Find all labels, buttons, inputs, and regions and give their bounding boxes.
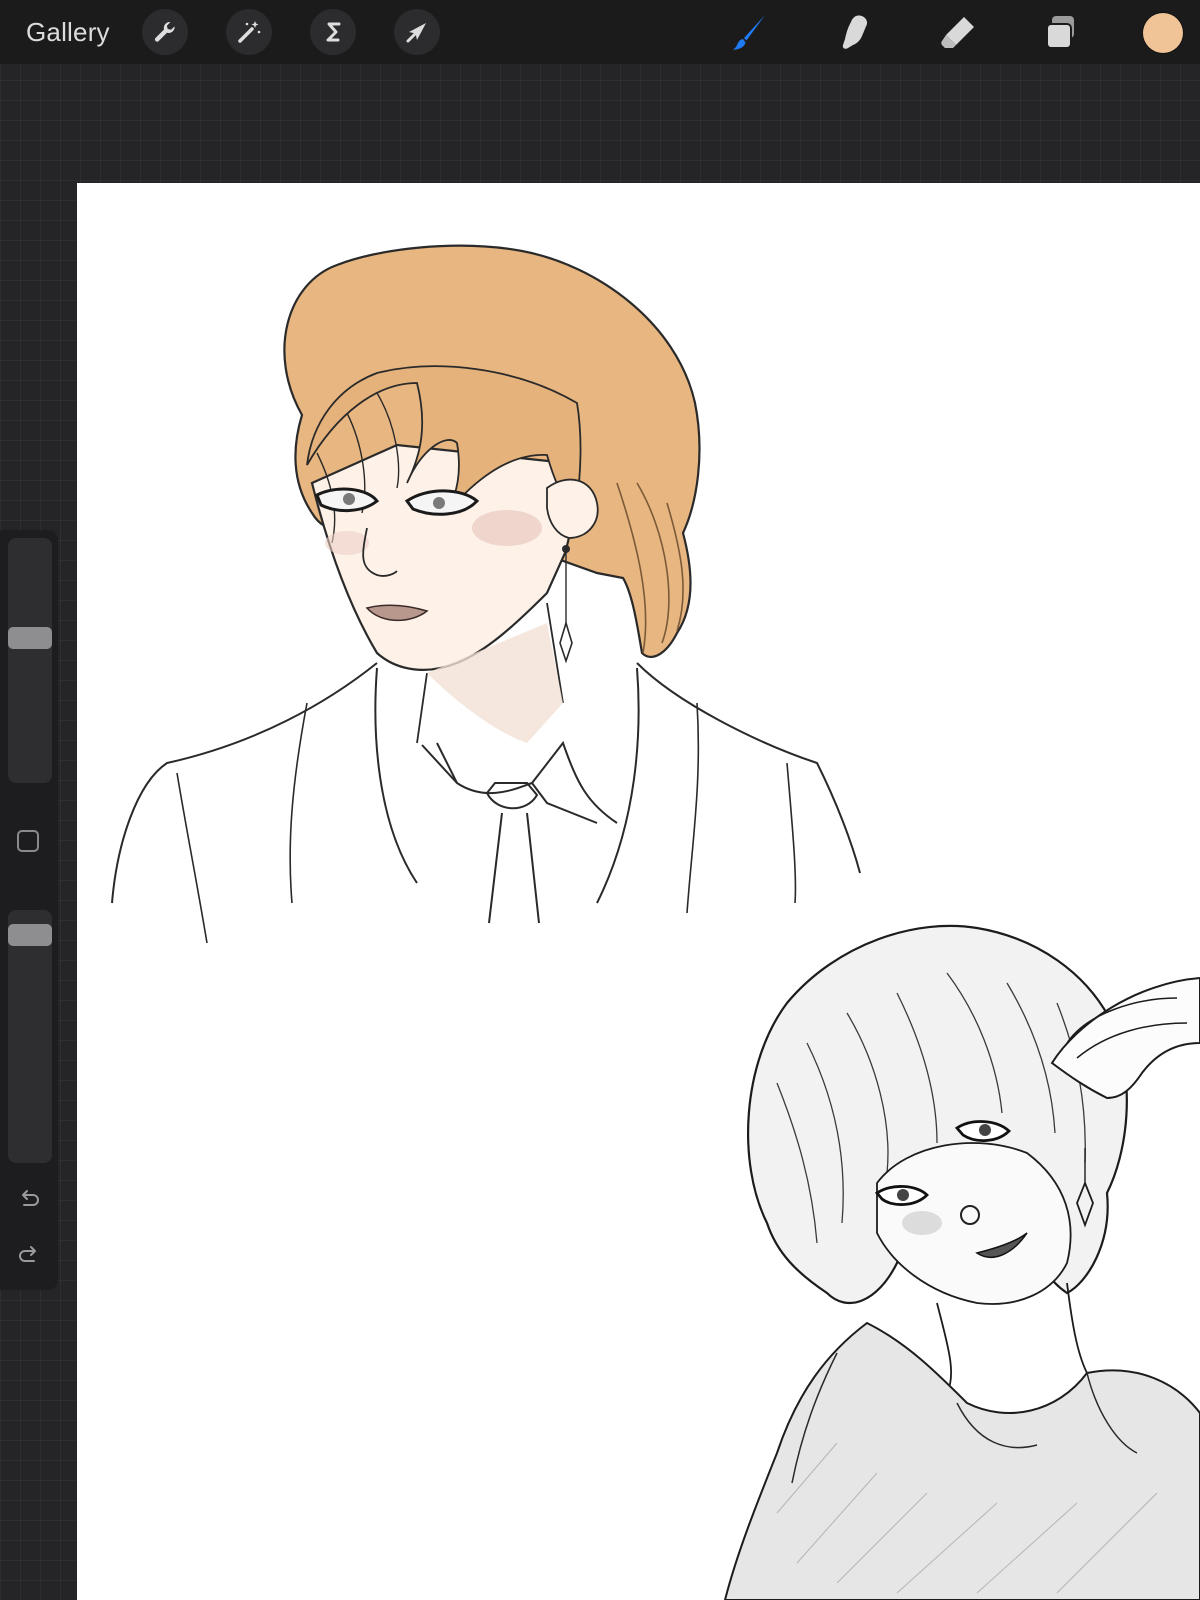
- smudge-button[interactable]: [831, 9, 877, 55]
- top-toolbar: Gallery: [0, 0, 1200, 64]
- redo-icon: [19, 1246, 36, 1262]
- brush-icon: [733, 15, 765, 50]
- layers-icon: [1046, 16, 1074, 49]
- selection-button[interactable]: [310, 9, 356, 55]
- smudge-finger-icon: [842, 15, 868, 49]
- eraser-icon: [941, 17, 974, 48]
- undo-icon: [22, 1190, 39, 1206]
- redo-button[interactable]: [16, 1243, 42, 1269]
- adjustments-button[interactable]: [226, 9, 272, 55]
- layers-button[interactable]: [1037, 9, 1083, 55]
- colored-portrait: [111, 244, 861, 944]
- brush-button[interactable]: [727, 9, 773, 55]
- arrow-cursor-icon: [406, 23, 426, 43]
- opacity-thumb[interactable]: [8, 924, 52, 946]
- transform-button[interactable]: [394, 9, 440, 55]
- eraser-button[interactable]: [935, 9, 981, 55]
- modify-button[interactable]: [17, 830, 39, 852]
- brush-size-thumb[interactable]: [8, 627, 52, 649]
- left-sidebar: [0, 530, 58, 1290]
- pencil-portrait: [723, 924, 1200, 1600]
- wrench-icon: [154, 21, 175, 42]
- undo-button[interactable]: [16, 1187, 42, 1213]
- opacity-slider[interactable]: [8, 910, 52, 1163]
- artwork: [111, 244, 1200, 1600]
- brush-size-slider[interactable]: [8, 538, 52, 783]
- actions-button[interactable]: [142, 9, 188, 55]
- magic-wand-icon: [238, 21, 261, 43]
- drawing-canvas[interactable]: [77, 183, 1200, 1600]
- color-swatch[interactable]: [1143, 13, 1183, 53]
- selection-s-icon: [326, 22, 341, 42]
- gallery-button[interactable]: Gallery: [26, 14, 110, 50]
